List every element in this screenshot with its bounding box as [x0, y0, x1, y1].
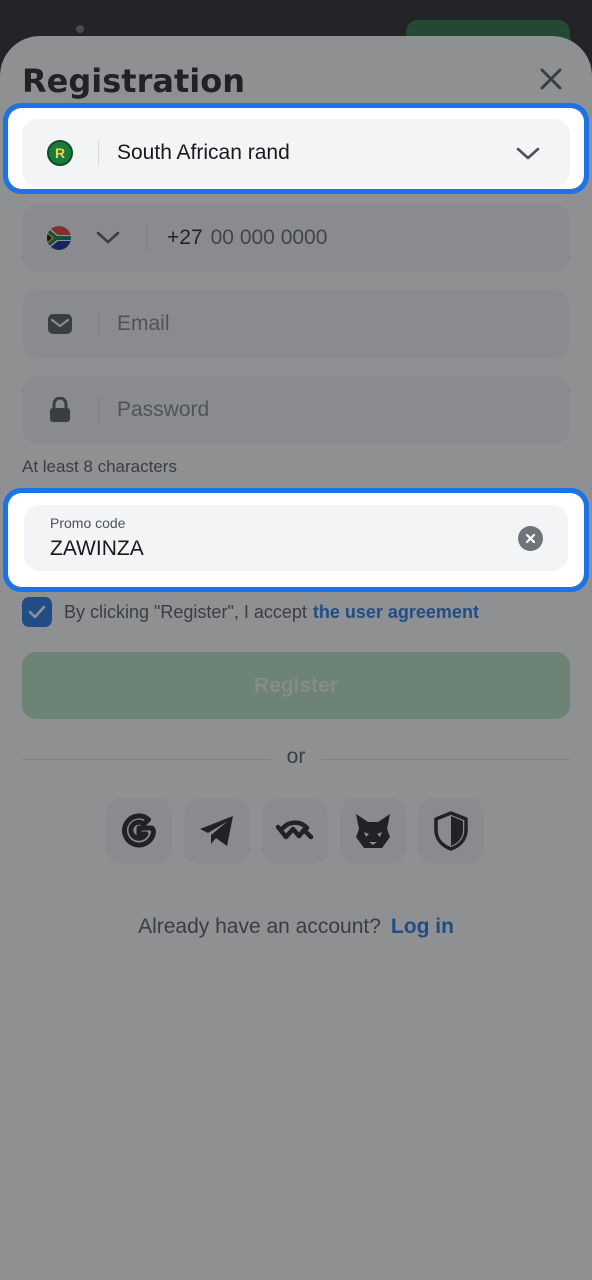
clear-promo-button[interactable] — [518, 526, 543, 551]
walletconnect-login-button[interactable] — [262, 798, 328, 864]
social-login-row — [106, 798, 484, 864]
password-hint: At least 8 characters — [22, 457, 177, 476]
country-code-selector[interactable] — [22, 204, 146, 272]
currency-icon-wrap: R — [22, 119, 98, 187]
email-field[interactable]: Email — [22, 290, 570, 358]
password-input[interactable]: Password — [99, 398, 209, 422]
promo-code-input[interactable]: ZAWINZA — [50, 537, 144, 561]
south-africa-flag-icon — [47, 226, 71, 250]
agreement-checkbox[interactable] — [22, 597, 52, 627]
page-title: Registration — [22, 62, 245, 100]
chevron-down-icon — [96, 231, 120, 244]
divider-line — [322, 759, 570, 760]
google-login-button[interactable] — [106, 798, 172, 864]
user-agreement-link[interactable]: the user agreement — [313, 602, 479, 623]
email-input[interactable]: Email — [99, 312, 170, 336]
phone-prefix: +27 — [167, 226, 203, 249]
close-icon — [540, 68, 562, 90]
metamask-login-button[interactable] — [340, 798, 406, 864]
telegram-icon — [200, 816, 233, 846]
agreement-row: By clicking "Register", I accept the use… — [22, 597, 479, 627]
phone-field[interactable]: +27 00 000 0000 — [22, 204, 570, 272]
login-prompt: Already have an account? Log in — [0, 915, 592, 939]
phone-input[interactable]: 00 000 0000 — [203, 226, 328, 250]
close-button[interactable] — [532, 60, 570, 98]
check-icon — [28, 605, 46, 619]
telegram-login-button[interactable] — [184, 798, 250, 864]
shield-icon — [434, 811, 468, 851]
promo-code-field[interactable]: Promo code ZAWINZA — [24, 505, 568, 571]
agreement-text: By clicking "Register", I accept — [64, 601, 307, 622]
email-icon-wrap — [22, 290, 98, 358]
login-link[interactable]: Log in — [391, 915, 454, 938]
promo-code-label: Promo code — [50, 515, 126, 531]
rand-badge-icon: R — [47, 140, 73, 166]
mail-icon — [48, 314, 72, 334]
register-button[interactable]: Register — [22, 652, 570, 719]
currency-value: South African rand — [117, 141, 290, 164]
lock-icon — [50, 397, 70, 422]
password-field[interactable]: Password — [22, 376, 570, 444]
walletconnect-icon — [275, 820, 314, 840]
login-question: Already have an account? — [138, 915, 381, 938]
or-text: or — [286, 745, 306, 768]
status-dot — [76, 25, 84, 33]
currency-select[interactable]: R South African rand — [22, 119, 570, 187]
or-divider: or — [22, 745, 570, 773]
metamask-fox-icon — [356, 814, 390, 848]
chevron-down-icon — [516, 147, 540, 160]
google-icon — [122, 813, 156, 848]
password-icon-wrap — [22, 376, 98, 444]
clear-icon — [525, 533, 536, 544]
security-login-button[interactable] — [418, 798, 484, 864]
